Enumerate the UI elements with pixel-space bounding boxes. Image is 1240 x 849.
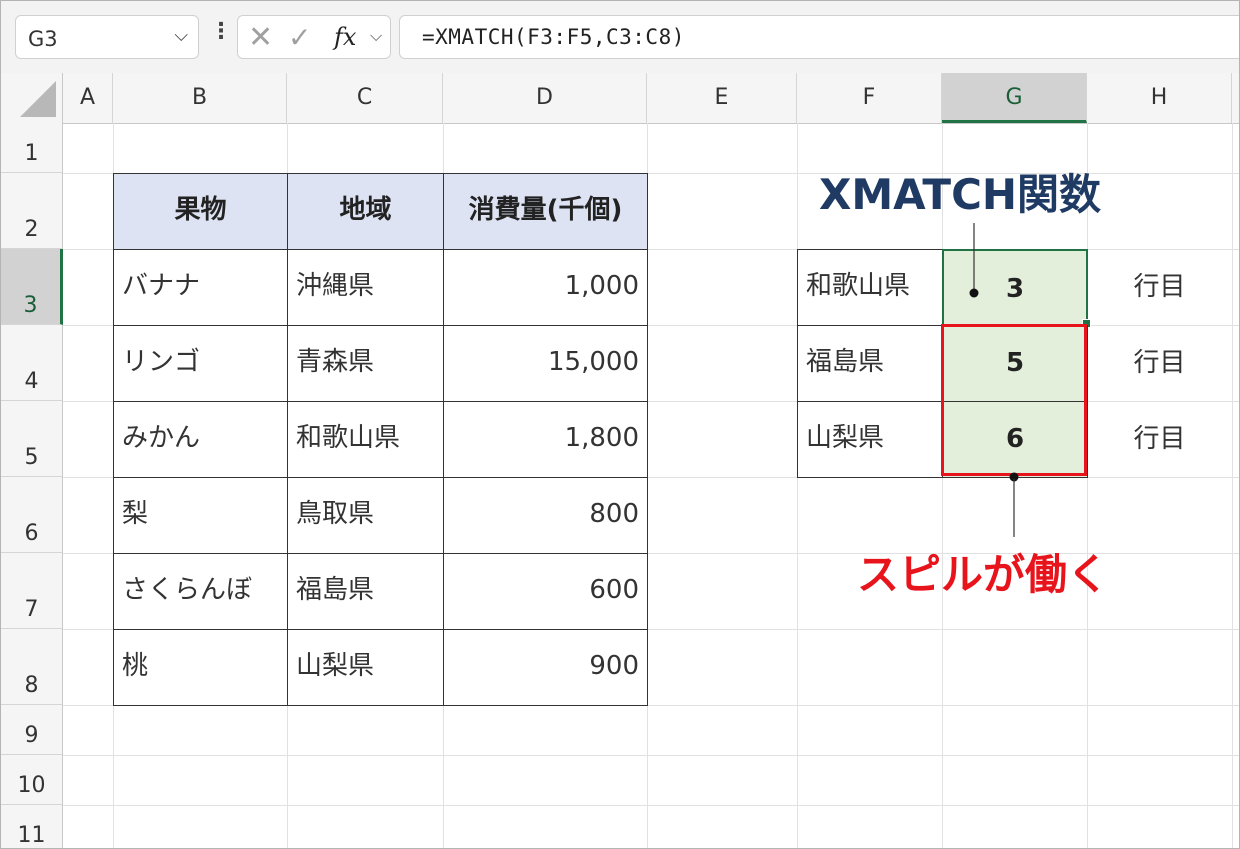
table-cell-fruit[interactable]: リンゴ bbox=[113, 325, 288, 402]
column-header-f[interactable]: F bbox=[797, 73, 942, 123]
row-number: 5 bbox=[24, 445, 39, 470]
table-cell-fruit[interactable]: 桃 bbox=[113, 629, 288, 706]
spreadsheet-window: G3 ⌵ ⋮ ✕ ✓ fx ⌵ =XMATCH(F3:F5,C3:C8) A B… bbox=[0, 0, 1240, 849]
select-all-triangle-icon bbox=[20, 81, 56, 117]
table-cell-fruit[interactable]: バナナ bbox=[113, 249, 288, 326]
row-header-2[interactable]: 2 bbox=[1, 173, 63, 249]
more-options-icon[interactable]: ⋮ bbox=[210, 21, 232, 43]
column-header-g[interactable]: G bbox=[942, 73, 1087, 123]
table-cell-fruit[interactable]: みかん bbox=[113, 401, 288, 478]
column-header-a[interactable]: A bbox=[63, 73, 113, 123]
row-header-6[interactable]: 6 bbox=[1, 477, 63, 553]
row-number: 4 bbox=[24, 369, 39, 394]
table-cell-region[interactable]: 山梨県 bbox=[287, 629, 444, 706]
xmatch-annotation: XMATCH関数 bbox=[819, 170, 1102, 219]
row-header-10[interactable]: 10 bbox=[1, 755, 63, 805]
gridline bbox=[797, 123, 798, 848]
column-header-d[interactable]: D bbox=[443, 73, 647, 123]
formula-text: =XMATCH(F3:F5,C3:C8) bbox=[422, 25, 685, 49]
name-box-value: G3 bbox=[28, 27, 58, 51]
table-cell-consumption[interactable]: 600 bbox=[443, 553, 648, 630]
column-header-c[interactable]: C bbox=[287, 73, 443, 123]
table-cell-region[interactable]: 青森県 bbox=[287, 325, 444, 402]
row-number: 8 bbox=[24, 673, 39, 698]
table-cell-fruit[interactable]: さくらんぼ bbox=[113, 553, 288, 630]
row-number: 3 bbox=[23, 293, 38, 318]
table-cell-consumption[interactable]: 900 bbox=[443, 629, 648, 706]
row-header-7[interactable]: 7 bbox=[1, 553, 63, 629]
table-cell-fruit[interactable]: 梨 bbox=[113, 477, 288, 554]
row-number: 2 bbox=[24, 217, 39, 242]
row-number: 1 bbox=[24, 141, 39, 166]
row-header-9[interactable]: 9 bbox=[1, 705, 63, 755]
insert-function-icon[interactable]: fx bbox=[334, 23, 356, 51]
xmatch-leader-line bbox=[969, 223, 979, 298]
column-header-h[interactable]: H bbox=[1087, 73, 1232, 123]
spill-leader-line bbox=[1009, 472, 1019, 537]
lookup-key-cell[interactable]: 和歌山県 bbox=[797, 249, 943, 326]
column-header-b[interactable]: B bbox=[113, 73, 287, 123]
formula-controls: ✕ ✓ fx ⌵ bbox=[237, 15, 391, 59]
gridline bbox=[63, 755, 1239, 756]
spill-annotation: スピルが働く bbox=[857, 550, 1110, 599]
row-header-1[interactable]: 1 bbox=[1, 123, 63, 173]
row-suffix-label[interactable]: 行目 bbox=[1087, 325, 1232, 401]
row-header-8[interactable]: 8 bbox=[1, 629, 63, 705]
confirm-check-icon[interactable]: ✓ bbox=[288, 21, 311, 54]
lookup-key-cell[interactable]: 福島県 bbox=[797, 325, 943, 402]
select-all-button[interactable] bbox=[1, 73, 63, 123]
table-header-region[interactable]: 地域 bbox=[287, 173, 444, 250]
table-header-consumption[interactable]: 消費量(千個) bbox=[443, 173, 648, 250]
formula-bar: G3 ⌵ ⋮ ✕ ✓ fx ⌵ =XMATCH(F3:F5,C3:C8) bbox=[1, 1, 1239, 73]
cancel-icon[interactable]: ✕ bbox=[248, 20, 273, 55]
row-number: 11 bbox=[17, 823, 46, 848]
name-box[interactable]: G3 ⌵ bbox=[15, 15, 199, 59]
row-number: 6 bbox=[24, 521, 39, 546]
row-suffix-label[interactable]: 行目 bbox=[1087, 401, 1232, 477]
row-header-3[interactable]: 3 bbox=[1, 249, 63, 325]
row-number: 7 bbox=[24, 597, 39, 622]
gridline bbox=[942, 123, 943, 848]
row-number: 10 bbox=[17, 773, 46, 798]
row-header-5[interactable]: 5 bbox=[1, 401, 63, 477]
table-cell-consumption[interactable]: 1,800 bbox=[443, 401, 648, 478]
row-number: 9 bbox=[24, 723, 39, 748]
table-cell-region[interactable]: 和歌山県 bbox=[287, 401, 444, 478]
row-suffix-label[interactable]: 行目 bbox=[1087, 249, 1232, 325]
table-cell-consumption[interactable]: 800 bbox=[443, 477, 648, 554]
table-header-fruit[interactable]: 果物 bbox=[113, 173, 288, 250]
table-cell-region[interactable]: 福島県 bbox=[287, 553, 444, 630]
column-header-e[interactable]: E bbox=[647, 73, 797, 123]
table-cell-consumption[interactable]: 15,000 bbox=[443, 325, 648, 402]
gridline bbox=[1232, 123, 1233, 848]
gridline bbox=[63, 805, 1239, 806]
lookup-key-cell[interactable]: 山梨県 bbox=[797, 401, 943, 478]
spill-range-outline bbox=[941, 324, 1087, 476]
row-header-11[interactable]: 11 bbox=[1, 805, 63, 848]
table-cell-region[interactable]: 沖縄県 bbox=[287, 249, 444, 326]
chevron-down-icon[interactable]: ⌵ bbox=[174, 25, 188, 46]
table-cell-consumption[interactable]: 1,000 bbox=[443, 249, 648, 326]
function-chevron-icon[interactable]: ⌵ bbox=[370, 26, 382, 46]
gridline bbox=[1087, 123, 1088, 848]
table-cell-region[interactable]: 鳥取県 bbox=[287, 477, 444, 554]
row-header-4[interactable]: 4 bbox=[1, 325, 63, 401]
formula-input[interactable]: =XMATCH(F3:F5,C3:C8) bbox=[399, 15, 1239, 59]
